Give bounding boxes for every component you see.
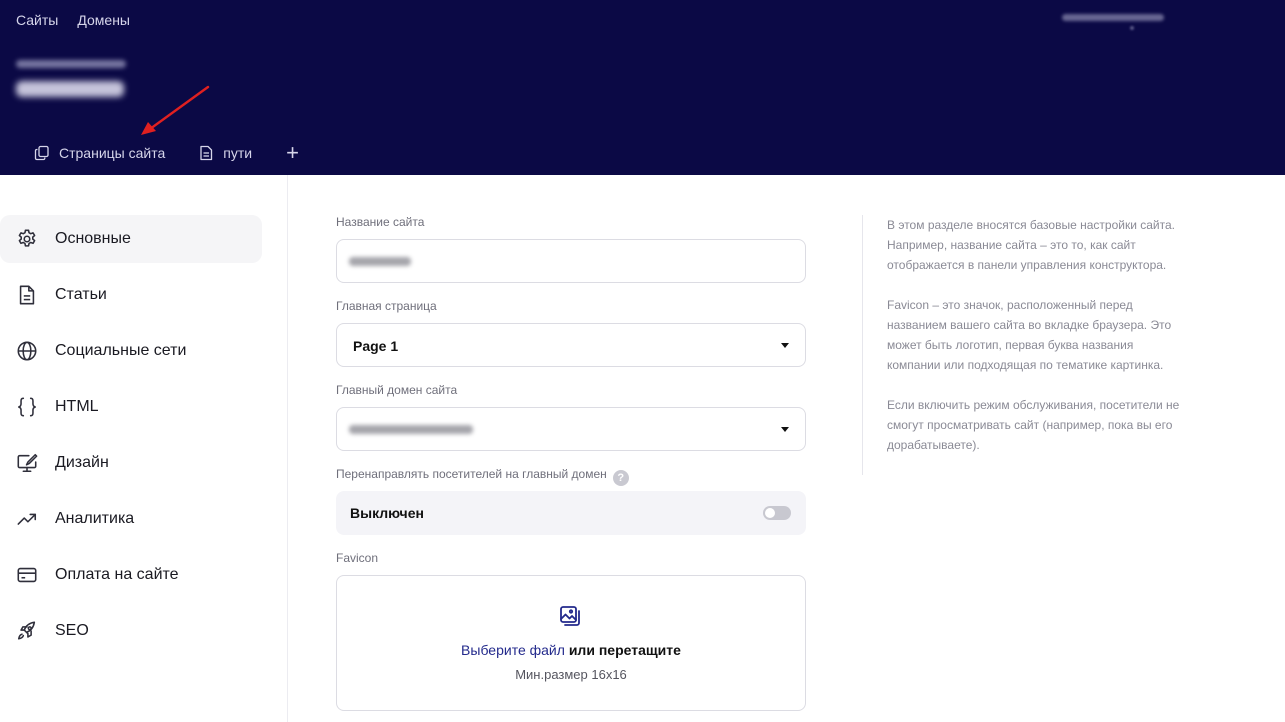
credit-card-icon (16, 564, 38, 586)
document-icon (16, 284, 38, 306)
main-page-select[interactable]: Page 1 (336, 323, 806, 367)
redirect-state-label: Выключен (350, 505, 424, 521)
pages-icon (34, 145, 49, 161)
favicon-dropzone-text: Выберите файл или перетащите (337, 642, 805, 658)
tab-paths[interactable]: пути (198, 145, 252, 161)
redirect-label: Перенаправлять посетителей на главный до… (336, 467, 629, 486)
help-icon[interactable]: ? (612, 470, 629, 486)
main-page-value: Page 1 (353, 338, 399, 354)
site-info-redacted (16, 56, 136, 106)
nav-domains-link[interactable]: Домены (77, 12, 130, 28)
tab-site-pages-label: Страницы сайта (59, 145, 166, 161)
sidebar-item-label: Основные (55, 230, 131, 247)
main-domain-label: Главный домен сайта (336, 383, 458, 397)
account-menu-redacted[interactable] (1062, 12, 1164, 30)
favicon-size-hint: Мин.размер 16x16 (515, 667, 627, 682)
sidebar-item-design[interactable]: Дизайн (0, 439, 262, 487)
trend-up-icon (16, 508, 38, 530)
sidebar-item-social[interactable]: Социальные сети (0, 327, 262, 375)
sidebar-item-label: Дизайн (55, 454, 109, 471)
top-nav: Сайты Домены (16, 12, 130, 28)
sidebar-item-label: Социальные сети (55, 342, 187, 359)
add-tab-button[interactable]: + (286, 142, 299, 164)
image-upload-icon (560, 606, 580, 626)
nav-sites-link[interactable]: Сайты (16, 12, 58, 28)
site-name-input[interactable] (336, 239, 806, 283)
globe-icon (16, 340, 38, 362)
rocket-icon (16, 620, 38, 642)
help-paragraph-basic: В этом разделе вносятся базовые настройк… (887, 218, 1175, 272)
sidebar-item-label: SEO (55, 622, 89, 639)
main-domain-redacted (349, 425, 473, 434)
sidebar-item-label: Аналитика (55, 510, 135, 527)
sidebar-item-html[interactable]: HTML (0, 383, 262, 431)
code-braces-icon (16, 396, 38, 418)
sidebar-item-label: HTML (55, 398, 99, 415)
favicon-dropzone[interactable]: Выберите файл или перетащите Мин.размер … (336, 575, 806, 711)
dropdown-caret-icon (781, 427, 789, 432)
main-domain-select[interactable] (336, 407, 806, 451)
sidebar-item-analytics[interactable]: Аналитика (0, 495, 262, 543)
main-page-label: Главная страница (336, 299, 437, 313)
gear-icon (16, 228, 38, 250)
annotation-arrow-icon (141, 85, 210, 135)
settings-help-panel: В этом разделе вносятся базовые настройк… (862, 215, 1182, 475)
dropdown-caret-icon (781, 343, 789, 348)
help-paragraph-maintenance: Если включить режим обслуживания, посети… (887, 398, 1180, 452)
tab-paths-label: пути (223, 145, 253, 161)
document-icon (200, 145, 213, 161)
toggle-knob (765, 508, 775, 518)
sidebar-item-payments[interactable]: Оплата на сайте (0, 551, 262, 599)
site-name-redacted (349, 257, 411, 266)
favicon-label: Favicon (336, 551, 379, 565)
sidebar-item-seo[interactable]: SEO (0, 607, 262, 655)
sidebar-item-label: Статьи (55, 286, 107, 303)
redirect-label-text: Перенаправлять посетителей на главный до… (336, 467, 607, 481)
top-header: Сайты Домены Страницы сайта пути + (0, 0, 1285, 175)
sidebar-item-basic[interactable]: Основные (0, 215, 262, 263)
drag-hint: или перетащите (564, 642, 681, 658)
settings-main: Название сайта Главная страница Page 1 Г… (288, 175, 1285, 722)
choose-file-link[interactable]: Выберите файл (461, 642, 565, 658)
sidebar-item-articles[interactable]: Статьи (0, 271, 262, 319)
settings-sidebar: Основные Статьи Социальные сети HTML Диз… (0, 175, 288, 722)
site-name-label: Название сайта (336, 215, 425, 229)
redirect-toggle[interactable] (763, 506, 791, 520)
site-tabs: Страницы сайта пути + (34, 142, 299, 164)
sidebar-item-label: Оплата на сайте (55, 566, 179, 583)
help-paragraph-favicon: Favicon – это значок, расположенный пере… (887, 298, 1172, 372)
monitor-brush-icon (16, 452, 38, 474)
redirect-toggle-row: Выключен (336, 491, 806, 535)
tab-site-pages[interactable]: Страницы сайта (34, 145, 165, 161)
